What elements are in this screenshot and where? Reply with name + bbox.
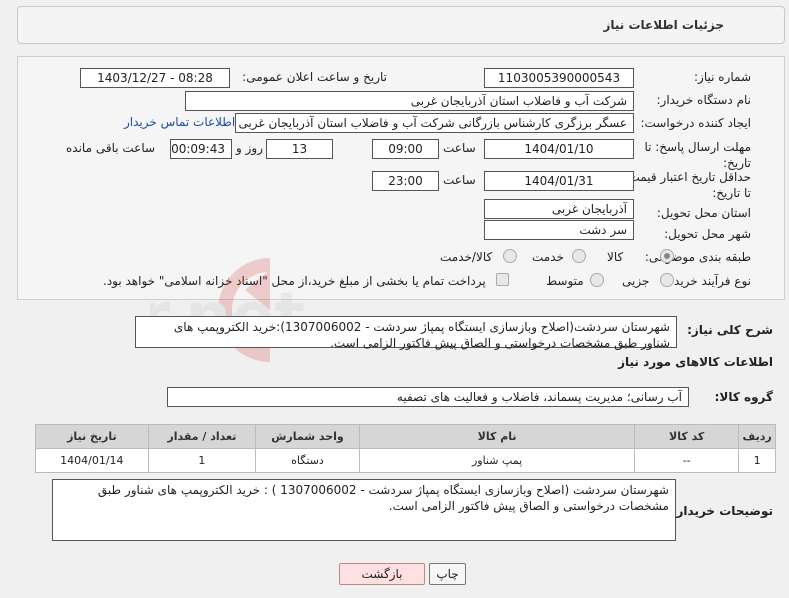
deadline-time-field: 09:00 [372, 139, 439, 159]
back-button[interactable]: بازگشت [339, 563, 425, 585]
col-row: ردیف [738, 424, 776, 449]
buyer-notes-label: توضیحات خریدار: [671, 504, 773, 518]
days-label: روز و [236, 141, 263, 155]
need-number-label: شماره نیاز: [694, 70, 751, 84]
announce-label: تاریخ و ساعت اعلان عمومی: [242, 70, 387, 84]
process-option-medium: متوسط [546, 274, 584, 288]
province-label: استان محل تحویل: [656, 206, 751, 220]
summary-field: شهرستان سردشت(اصلاح وبازسازی ایستگاه پمپ… [135, 316, 677, 350]
category-option-goods-service: کالا/خدمت [440, 250, 493, 264]
city-label: شهر محل تحویل: [664, 227, 751, 241]
goods-group-field: آب رسانی؛ مدیریت پسماند، فاضلاب و فعالیت… [167, 387, 689, 407]
buyer-contact-link[interactable]: اطلاعات تماس خریدار [124, 115, 235, 129]
treasury-checkbox[interactable] [496, 273, 509, 286]
validity-time-label: ساعت [443, 173, 476, 187]
process-label: نوع فرآیند خرید : [666, 274, 751, 288]
remaining-time-field: 00:09:43 [170, 139, 232, 159]
creator-field: عسگر برزگری کارشناس بازرگانی شرکت آب و ف… [235, 113, 634, 133]
col-unit: واحد شمارش [254, 424, 360, 449]
creator-label: ایجاد کننده درخواست: [640, 116, 751, 130]
print-button[interactable]: چاپ [429, 563, 466, 585]
process-radio-minor[interactable] [660, 273, 674, 287]
validity-time-field: 23:00 [372, 171, 439, 191]
deadline-label: مهلت ارسال پاسخ: تا تاریخ: [644, 140, 751, 170]
cell-name: پمپ شناور [358, 448, 636, 473]
process-option-minor: جزیی [622, 274, 650, 288]
category-option-goods: کالا [607, 250, 624, 264]
table-row: 1 -- پمپ شناور دستگاه 1 1404/01/14 [35, 448, 776, 473]
category-radio-service[interactable] [572, 249, 586, 263]
cell-qty: 1 [147, 448, 256, 473]
city-field: سر دشت [484, 220, 634, 240]
need-number-field: 1103005390000543 [484, 68, 634, 88]
header-panel: جزئیات اطلاعات نیاز [17, 6, 785, 44]
cell-date: 1404/01/14 [35, 448, 149, 473]
treasury-note: پرداخت تمام یا بخشی از مبلغ خرید،از محل … [103, 274, 486, 288]
category-radio-goods[interactable] [660, 249, 674, 263]
col-date: تاریخ نیاز [35, 424, 149, 449]
col-name: نام کالا [358, 424, 636, 449]
buyer-org-field: شرکت آب و فاضلاب استان آذربایجان غربی [185, 91, 634, 111]
goods-table-header: ردیف کد کالا نام کالا واحد شمارش تعداد /… [35, 424, 776, 449]
days-field: 13 [266, 139, 333, 159]
col-qty: تعداد / مقدار [147, 424, 256, 449]
buyer-notes-field: شهرستان سردشت (اصلاح وبازسازی ایستگاه پم… [52, 479, 676, 541]
process-radio-medium[interactable] [590, 273, 604, 287]
category-option-service: خدمت [532, 250, 564, 264]
summary-label: شرح کلی نیاز: [687, 323, 773, 337]
announce-field: 1403/12/27 - 08:28 [80, 68, 230, 88]
deadline-date-field: 1404/01/10 [484, 139, 634, 159]
cell-row: 1 [738, 448, 776, 473]
col-code: کد کالا [634, 424, 740, 449]
cell-code: -- [634, 448, 740, 473]
goods-group-label: گروه کالا: [714, 390, 773, 404]
deadline-time-label: ساعت [443, 141, 476, 155]
province-field: آذربایجان غربی [484, 199, 634, 219]
page-title: جزئیات اطلاعات نیاز [603, 18, 724, 32]
validity-label: حداقل تاریخ اعتبار قیمت: تا تاریخ: [624, 170, 751, 200]
goods-table: ردیف کد کالا نام کالا واحد شمارش تعداد /… [35, 424, 776, 473]
category-radio-goods-service[interactable] [503, 249, 517, 263]
validity-date-field: 1404/01/31 [484, 171, 634, 191]
cell-unit: دستگاه [254, 448, 360, 473]
buyer-org-label: نام دستگاه خریدار: [656, 93, 752, 107]
goods-section-title: اطلاعات کالاهای مورد نیاز [618, 355, 773, 369]
remaining-label: ساعت باقی مانده [66, 141, 156, 155]
